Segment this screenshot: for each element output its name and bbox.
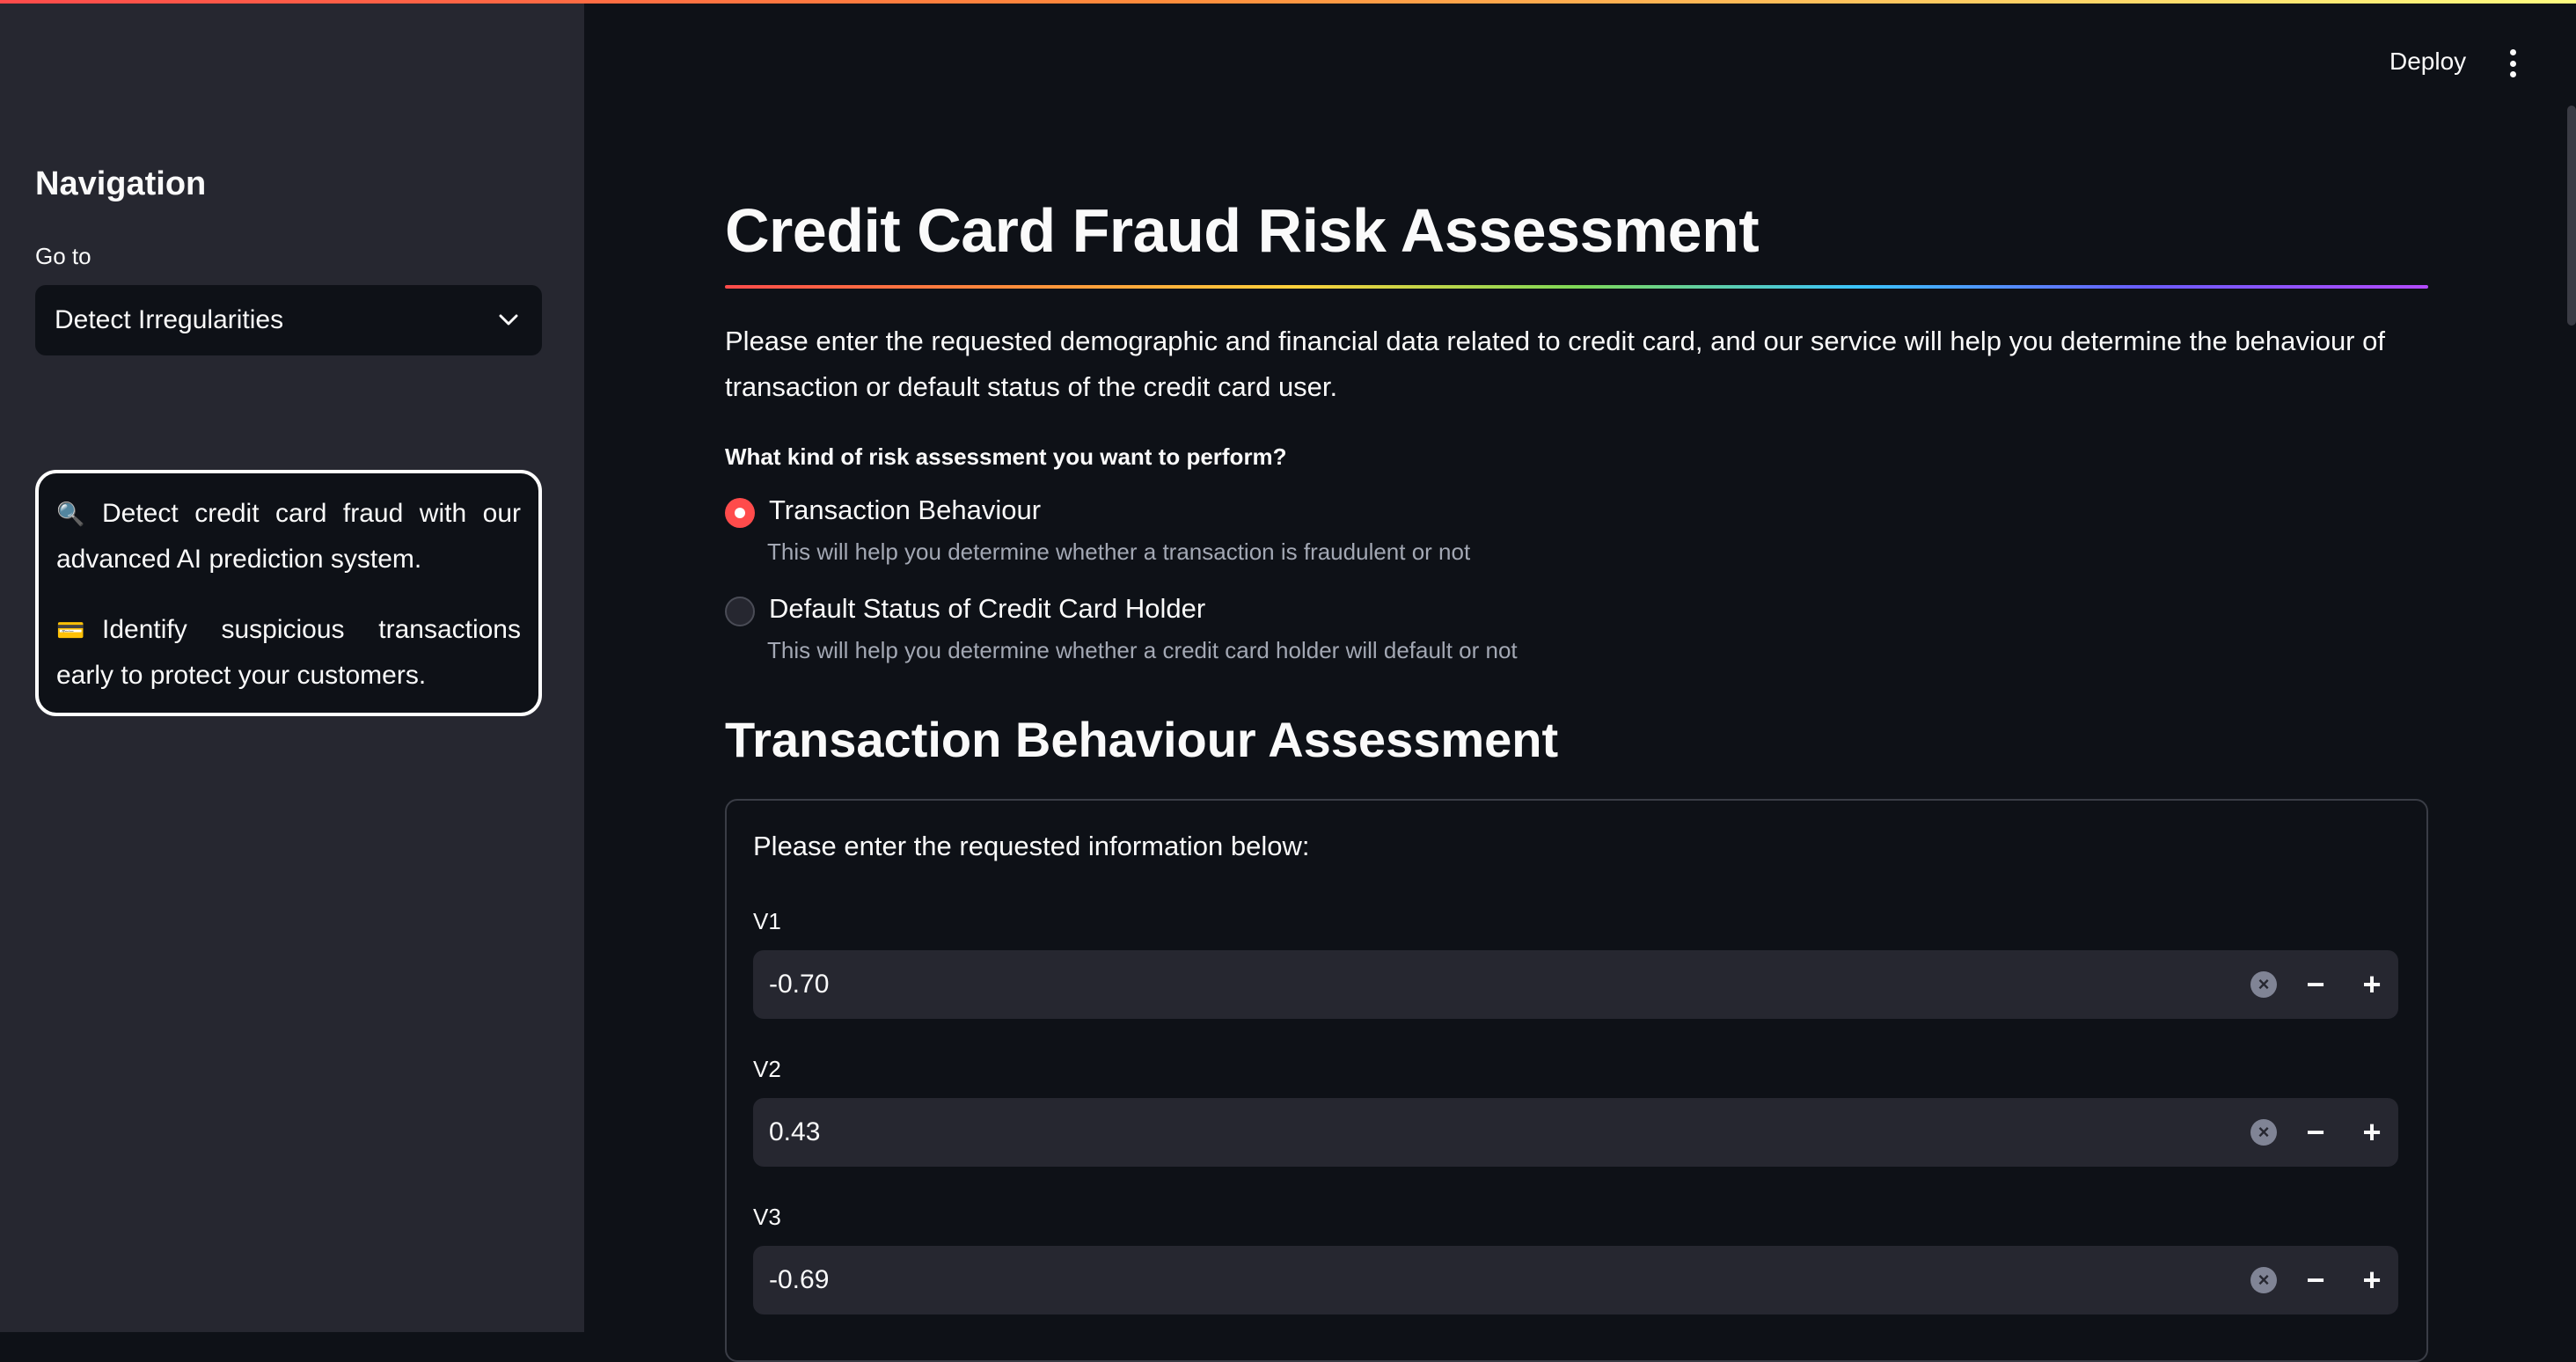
page-select[interactable]: Detect Irregularities <box>35 285 542 355</box>
info-text-1: Detect credit card fraud with our advanc… <box>56 499 521 574</box>
page-title: Credit Card Fraud Risk Assessment <box>725 196 1760 265</box>
credit-card-icon: 💳 <box>56 617 85 643</box>
decrement-button[interactable]: − <box>2289 950 2342 1019</box>
field-label-v1: V1 <box>753 908 781 934</box>
number-input-v1[interactable]: -0.70 × − + <box>753 950 2398 1019</box>
chevron-down-icon <box>494 306 523 334</box>
kebab-menu-icon[interactable] <box>2499 46 2527 81</box>
sidebar-title: Navigation <box>35 165 207 202</box>
radio-label[interactable]: Default Status of Credit Card Holder <box>769 593 1205 625</box>
main-scrollbar[interactable] <box>2567 106 2576 326</box>
radio-selected-icon[interactable] <box>725 498 755 528</box>
info-line-1: 🔍 Detect credit card fraud with our advan… <box>56 491 521 582</box>
radio-transaction-behaviour[interactable]: Transaction Behaviour <box>725 494 1041 528</box>
assessment-question: What kind of risk assessment you want to… <box>725 443 1287 470</box>
radio-help-text: This will help you determine whether a c… <box>767 637 1518 663</box>
clear-icon[interactable]: × <box>2250 1267 2277 1293</box>
decrement-button[interactable]: − <box>2289 1246 2342 1314</box>
magnifier-icon: 🔍 <box>56 501 85 527</box>
input-value[interactable]: 0.43 <box>769 1117 820 1147</box>
clear-icon[interactable]: × <box>2250 1119 2277 1146</box>
section-title: Transaction Behaviour Assessment <box>725 712 1559 767</box>
deploy-button[interactable]: Deploy <box>2389 48 2466 76</box>
goto-label: Go to <box>35 243 91 269</box>
form-intro: Please enter the requested information b… <box>753 831 1310 861</box>
radio-unselected-icon[interactable] <box>725 597 755 626</box>
info-line-2: 💳 Identify suspicious transactions early … <box>56 607 521 699</box>
decrement-button[interactable]: − <box>2289 1098 2342 1167</box>
field-label-v3: V3 <box>753 1204 781 1230</box>
info-card: 🔍 Detect credit card fraud with our advan… <box>35 470 542 716</box>
radio-help-text: This will help you determine whether a t… <box>767 538 1471 565</box>
number-input-v3[interactable]: -0.69 × − + <box>753 1246 2398 1314</box>
field-label-v2: V2 <box>753 1056 781 1082</box>
number-input-v2[interactable]: 0.43 × − + <box>753 1098 2398 1167</box>
top-decoration-bar <box>0 0 2576 4</box>
info-text-2: Identify suspicious transactions early t… <box>56 615 521 690</box>
sidebar: Navigation Go to Detect Irregularities 🔍… <box>0 0 584 1332</box>
title-divider <box>725 285 2428 289</box>
radio-default-status[interactable]: Default Status of Credit Card Holder <box>725 593 1205 626</box>
increment-button[interactable]: + <box>2345 950 2398 1019</box>
clear-icon[interactable]: × <box>2250 971 2277 998</box>
page-select-value: Detect Irregularities <box>55 305 284 334</box>
intro-text: Please enter the requested demographic a… <box>725 326 2385 402</box>
increment-button[interactable]: + <box>2345 1098 2398 1167</box>
increment-button[interactable]: + <box>2345 1246 2398 1314</box>
radio-label[interactable]: Transaction Behaviour <box>769 494 1041 526</box>
input-value[interactable]: -0.69 <box>769 1265 829 1295</box>
input-value[interactable]: -0.70 <box>769 970 829 1000</box>
